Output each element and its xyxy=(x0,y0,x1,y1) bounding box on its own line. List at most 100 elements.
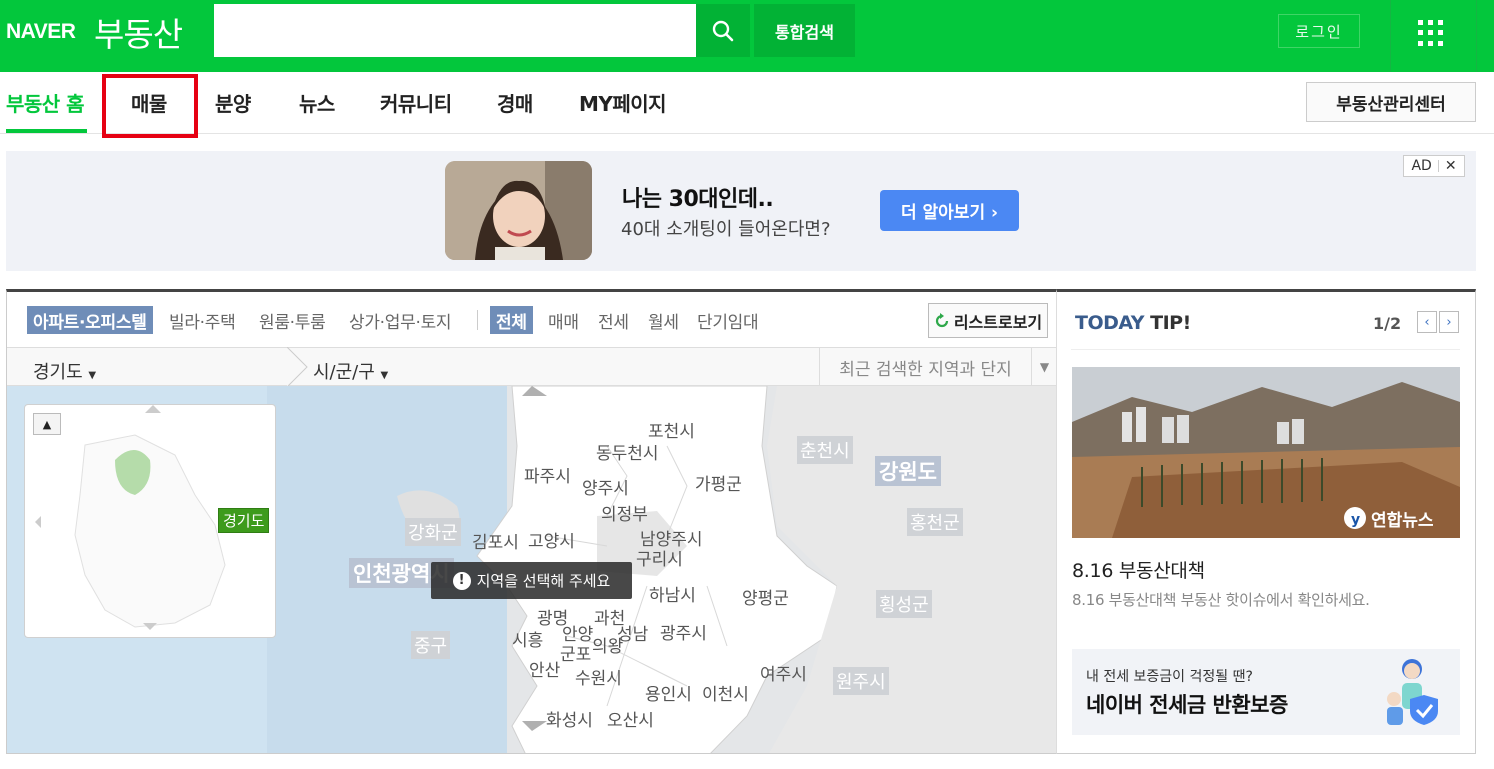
management-center-button[interactable]: 부동산관리센터 xyxy=(1306,82,1476,122)
today-label: TODAY xyxy=(1075,312,1145,334)
tip-description: 8.16 부동산대책 부동산 핫이슈에서 확인하세요. xyxy=(1072,591,1370,609)
ad-image xyxy=(445,161,592,260)
service-title[interactable]: 부동산 xyxy=(94,8,183,56)
close-icon[interactable]: ✕ xyxy=(1445,158,1457,174)
region-guri[interactable]: 구리시 xyxy=(636,545,683,570)
region-goyang[interactable]: 고양시 xyxy=(528,527,575,552)
region-gangwon[interactable]: 강원도 xyxy=(875,456,941,486)
nav-news[interactable]: 뉴스 xyxy=(299,88,335,117)
dropdown-arrow-icon: ▼ xyxy=(380,370,389,381)
filter-trade-shortterm[interactable]: 단기임대 xyxy=(697,306,759,334)
banner-subtitle: 내 전세 보증금이 걱정될 땐? xyxy=(1086,669,1253,685)
region-osan[interactable]: 오산시 xyxy=(607,706,654,731)
province-select[interactable]: 경기도 ▼ xyxy=(33,358,96,384)
ad-banner[interactable]: 나는 30대인데.. 40대 소개팅이 들어온다면? 더 알아보기 › AD ✕ xyxy=(6,151,1476,271)
city-select[interactable]: 시/군/구 ▼ xyxy=(313,358,388,384)
region-icheon[interactable]: 이천시 xyxy=(702,680,749,705)
select-region-tooltip: ! 지역을 선택해 주세요 xyxy=(431,562,632,599)
tip-pager: 1/2 xyxy=(1373,314,1402,333)
minimap-collapse-icon[interactable]: ▲ xyxy=(33,413,61,435)
filter-trade-sale[interactable]: 매매 xyxy=(548,306,579,334)
nav-auction[interactable]: 경매 xyxy=(497,88,533,117)
minimap[interactable]: ▲ 경기도 xyxy=(24,404,276,638)
today-tip-heading: TODAY TIP! xyxy=(1075,312,1191,334)
tip-label: TIP! xyxy=(1150,312,1191,334)
list-view-label: 리스트로보기 xyxy=(953,312,1043,332)
tooltip-text: 지역을 선택해 주세요 xyxy=(476,572,611,590)
tip-title-link[interactable]: 8.16 부동산대책 xyxy=(1072,556,1205,583)
nav-presale[interactable]: 분양 xyxy=(215,88,251,117)
region-ganghwa[interactable]: 강화군 xyxy=(405,518,461,546)
region-gwangju[interactable]: 광주시 xyxy=(660,619,707,644)
filter-apartment-officetel[interactable]: 아파트·오피스텔 xyxy=(27,306,153,334)
apps-grid-icon[interactable] xyxy=(1418,20,1448,46)
region-yongin[interactable]: 용인시 xyxy=(645,680,692,705)
highlight-annotation-box xyxy=(102,74,198,138)
recent-dropdown-icon[interactable]: ▼ xyxy=(1031,348,1056,386)
svg-text:y: y xyxy=(1351,512,1360,528)
ad-tag: AD ✕ xyxy=(1403,155,1465,177)
region-yangpyeong[interactable]: 양평군 xyxy=(742,584,789,609)
nav-home[interactable]: 부동산 홈 xyxy=(6,88,85,117)
divider xyxy=(1071,349,1460,350)
city-label: 시/군/구 xyxy=(313,362,375,383)
region-paju[interactable]: 파주시 xyxy=(524,462,571,487)
location-bar: 경기도 ▼ 시/군/구 ▼ 최근 검색한 지역과 단지 ▼ xyxy=(7,347,1056,387)
region-map[interactable]: ▲ 경기도 포천시 동두천시 파주시 양주시 가평군 의정부 김포시 고양시 남… xyxy=(7,386,1056,753)
ad-subtitle: 40대 소개팅이 들어온다면? xyxy=(621,219,831,240)
alert-icon: ! xyxy=(452,571,471,590)
region-gapyeong[interactable]: 가평군 xyxy=(695,470,742,495)
list-view-button[interactable]: 리스트로보기 xyxy=(928,303,1048,338)
region-hwaseong[interactable]: 화성시 xyxy=(546,706,593,731)
top-header: NAVER 부동산 통합검색 로그인 xyxy=(0,0,1494,72)
banner-title: 네이버 전세금 반환보증 xyxy=(1086,693,1288,717)
region-gunpo[interactable]: 군포 xyxy=(560,640,591,665)
prev-arrow-icon[interactable]: ‹ xyxy=(1417,311,1437,333)
minimap-region-label[interactable]: 경기도 xyxy=(218,508,270,533)
region-junggu[interactable]: 중구 xyxy=(411,631,451,659)
search-icon xyxy=(712,20,734,41)
region-gimpo[interactable]: 김포시 xyxy=(472,528,519,553)
header-divider xyxy=(1390,0,1391,72)
active-tab-indicator xyxy=(6,129,87,133)
nav-community[interactable]: 커뮤니티 xyxy=(380,88,452,117)
region-ansan[interactable]: 안산 xyxy=(529,656,560,681)
region-yeoju[interactable]: 여주시 xyxy=(760,660,807,685)
filter-bar: 아파트·오피스텔 빌라·주택 원룸·투룸 상가·업무·토지 전체 매매 전세 월… xyxy=(7,292,1056,347)
total-search-button[interactable]: 통합검색 xyxy=(754,4,855,57)
nav-mypage[interactable]: MY페이지 xyxy=(579,88,667,117)
search-input[interactable] xyxy=(214,4,696,57)
filter-trade-monthly[interactable]: 월세 xyxy=(648,306,679,334)
jeonse-guarantee-banner[interactable]: 내 전세 보증금이 걱정될 땐? 네이버 전세금 반환보증 xyxy=(1072,649,1460,735)
region-hoengseong[interactable]: 횡성군 xyxy=(876,590,932,618)
filter-trade-jeonse[interactable]: 전세 xyxy=(598,306,629,334)
ad-label: AD xyxy=(1411,158,1432,174)
login-button[interactable]: 로그인 xyxy=(1278,14,1360,48)
filter-oneroom-tworoom[interactable]: 원룸·투룸 xyxy=(259,306,326,334)
recent-search-select[interactable]: 최근 검색한 지역과 단지 xyxy=(819,348,1031,386)
region-chuncheon[interactable]: 춘천시 xyxy=(797,436,853,464)
filter-villa-house[interactable]: 빌라·주택 xyxy=(169,306,236,334)
province-label: 경기도 xyxy=(33,362,83,383)
region-hanam[interactable]: 하남시 xyxy=(649,581,696,606)
breadcrumb-chevron-icon xyxy=(287,347,308,387)
filter-commercial-land[interactable]: 상가·업무·토지 xyxy=(349,306,452,334)
tip-image-watermark: 연합뉴스 xyxy=(1371,511,1434,531)
region-hongcheon[interactable]: 홍천군 xyxy=(907,508,963,536)
ad-learn-more-button[interactable]: 더 알아보기 › xyxy=(880,190,1019,231)
search-button[interactable] xyxy=(696,4,750,57)
region-uijeongbu[interactable]: 의정부 xyxy=(601,500,648,525)
next-arrow-icon[interactable]: › xyxy=(1439,311,1459,333)
region-siheung[interactable]: 시흥 xyxy=(512,626,543,651)
filter-divider xyxy=(477,310,478,330)
map-search-panel: 아파트·오피스텔 빌라·주택 원룸·투룸 상가·업무·토지 전체 매매 전세 월… xyxy=(6,289,1056,754)
region-uiwang[interactable]: 의왕 xyxy=(592,632,623,657)
region-suwon[interactable]: 수원시 xyxy=(575,664,622,689)
main-nav: 부동산 홈 매물 분양 뉴스 커뮤니티 경매 MY페이지 부동산관리센터 xyxy=(0,72,1494,138)
region-wonju[interactable]: 원주시 xyxy=(833,667,889,695)
filter-trade-all[interactable]: 전체 xyxy=(490,306,533,334)
region-yangju[interactable]: 양주시 xyxy=(582,474,629,499)
region-dongducheon[interactable]: 동두천시 xyxy=(596,439,659,464)
naver-logo[interactable]: NAVER xyxy=(6,20,76,44)
tip-image[interactable]: y 연합뉴스 xyxy=(1072,367,1460,538)
